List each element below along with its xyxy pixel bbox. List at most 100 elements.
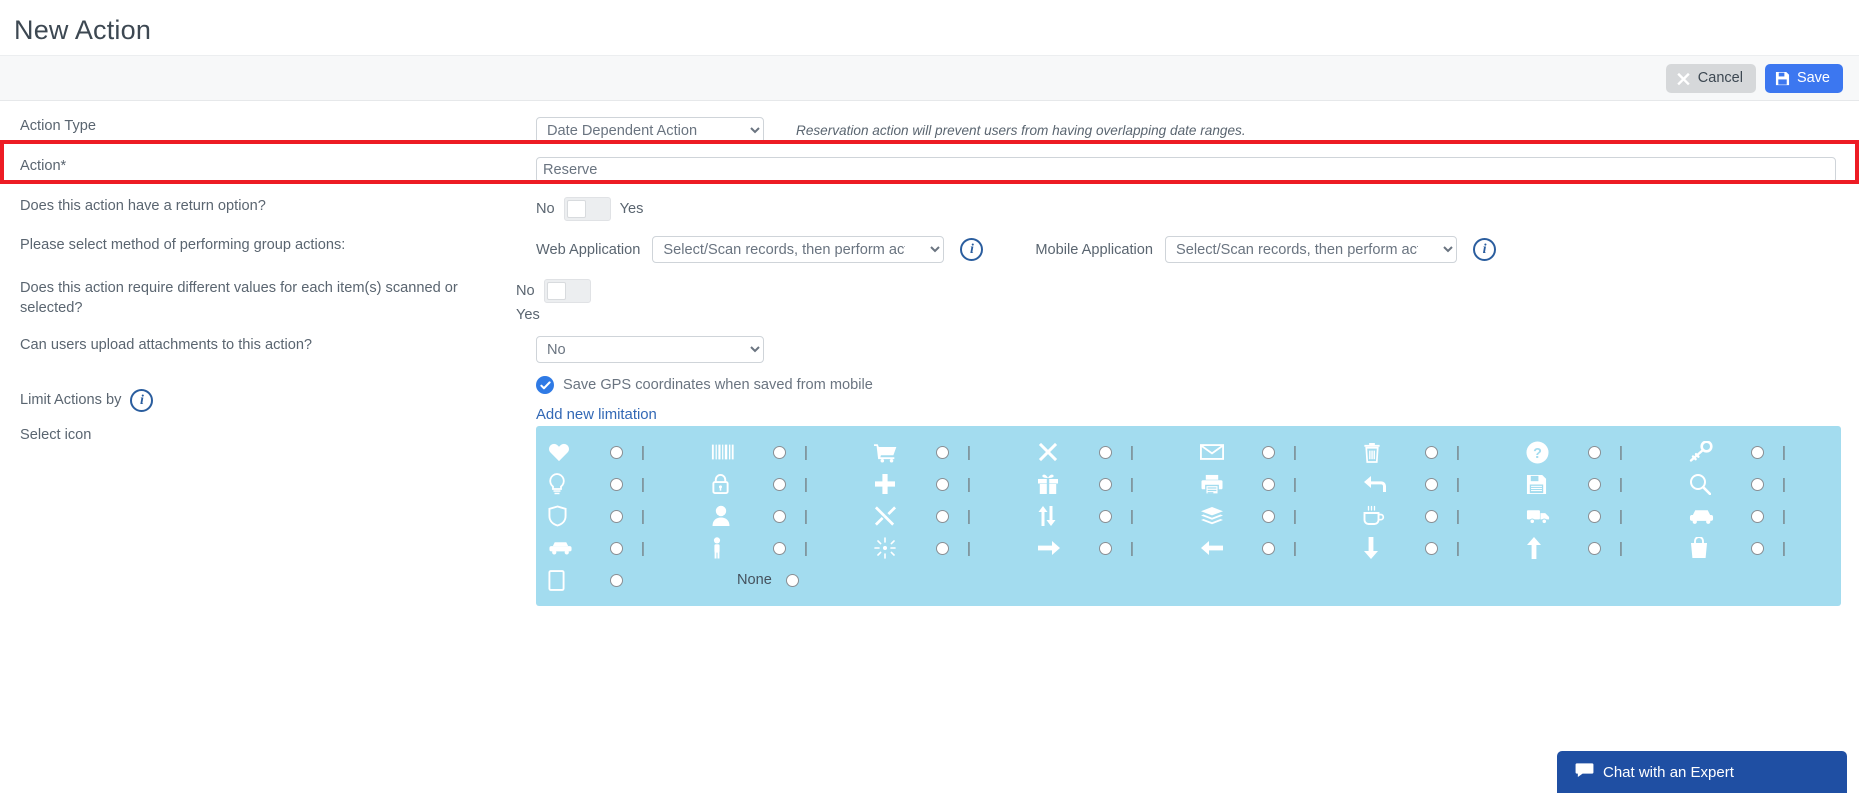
icon-option-tools[interactable]: |: [874, 505, 1037, 527]
mobile-application-select[interactable]: Select/Scan records, then perform action: [1165, 236, 1458, 263]
icon-option-trash[interactable]: |: [1363, 442, 1526, 463]
icon-radio[interactable]: [1588, 541, 1601, 555]
icon-option-coffee-cup[interactable]: |: [1363, 505, 1526, 527]
return-option-toggle[interactable]: [563, 197, 611, 221]
icon-radio[interactable]: [1425, 477, 1438, 491]
icon-option-car[interactable]: |: [548, 540, 711, 556]
icon-radio[interactable]: [1099, 509, 1112, 523]
icon-option-document[interactable]: [548, 569, 711, 591]
printer-icon: [1200, 474, 1244, 495]
limit-actions-label: Limit Actions by: [20, 391, 122, 408]
icon-option-truck[interactable]: |: [1526, 507, 1689, 525]
icon-radio[interactable]: [1588, 477, 1601, 491]
floppy-disk-icon: [1526, 474, 1570, 495]
icon-option-lightbulb[interactable]: |: [548, 473, 711, 495]
icon-option-key[interactable]: |: [1689, 441, 1852, 463]
icon-option-person-standing[interactable]: |: [711, 537, 874, 559]
barcode-icon: [711, 442, 755, 462]
gps-checkbox[interactable]: [536, 376, 554, 394]
icon-radio[interactable]: [1099, 477, 1112, 491]
icon-option-shopping-cart[interactable]: |: [874, 442, 1037, 463]
icon-option-layers[interactable]: |: [1200, 506, 1363, 526]
icon-option-user[interactable]: |: [711, 505, 874, 527]
icon-radio[interactable]: [1751, 541, 1764, 555]
add-new-limitation-link[interactable]: Add new limitation: [536, 407, 657, 423]
web-application-info-icon[interactable]: i: [960, 238, 984, 261]
icon-option-shopping-bag[interactable]: |: [1689, 537, 1852, 559]
icon-radio[interactable]: [773, 509, 786, 523]
icon-radio[interactable]: [773, 445, 786, 459]
separator: |: [1130, 443, 1134, 461]
action-type-select[interactable]: Date Dependent Action: [536, 117, 764, 144]
icon-option-envelope[interactable]: |: [1200, 443, 1363, 461]
icon-radio[interactable]: [1751, 509, 1764, 523]
page-title: New Action: [14, 15, 152, 45]
icon-option-gift[interactable]: |: [1037, 473, 1200, 495]
mobile-application-info-icon[interactable]: i: [1473, 238, 1497, 261]
icon-radio[interactable]: [773, 477, 786, 491]
icon-radio[interactable]: [1425, 445, 1438, 459]
icon-radio[interactable]: [1751, 445, 1764, 459]
icon-radio[interactable]: [610, 509, 623, 523]
icon-radio[interactable]: [1099, 541, 1112, 555]
chat-widget[interactable]: Chat with an Expert: [1557, 751, 1847, 793]
icon-radio[interactable]: [1751, 477, 1764, 491]
chat-widget-label: Chat with an Expert: [1603, 763, 1734, 781]
icon-option-barcode[interactable]: |: [711, 442, 874, 462]
icon-radio[interactable]: [1425, 541, 1438, 555]
icon-option-arrow-up[interactable]: |: [1526, 536, 1689, 560]
limit-actions-info-icon[interactable]: i: [130, 389, 154, 412]
icon-radio[interactable]: [610, 541, 623, 555]
different-values-toggle[interactable]: [543, 279, 591, 303]
icon-option-car-front[interactable]: |: [1689, 508, 1852, 525]
return-option-label: Does this action have a return option?: [20, 198, 266, 214]
floppy-disk-icon: [1775, 71, 1790, 86]
icon-option-close-x[interactable]: |: [1037, 442, 1200, 462]
icon-radio[interactable]: [610, 445, 623, 459]
lightbulb-icon: [548, 473, 592, 495]
row-return-option: Does this action have a return option? N…: [0, 197, 1859, 221]
cancel-button[interactable]: Cancel: [1665, 63, 1756, 93]
icon-radio[interactable]: [1588, 509, 1601, 523]
action-input[interactable]: [536, 157, 1836, 183]
icon-radio[interactable]: [1262, 541, 1275, 555]
icon-radio[interactable]: [610, 573, 623, 587]
icon-radio[interactable]: [773, 541, 786, 555]
icon-radio[interactable]: [1588, 445, 1601, 459]
icon-radio[interactable]: [1099, 445, 1112, 459]
icon-option-plus[interactable]: |: [874, 473, 1037, 495]
separator: |: [1130, 539, 1134, 557]
icon-option-undo-arrow[interactable]: |: [1363, 474, 1526, 494]
separator: |: [1619, 507, 1623, 525]
icon-radio[interactable]: [936, 477, 949, 491]
icon-radio[interactable]: [936, 541, 949, 555]
icon-option-arrow-down[interactable]: |: [1363, 536, 1526, 560]
icon-option-arrow-right[interactable]: |: [1037, 540, 1200, 556]
separator: |: [1456, 507, 1460, 525]
toggle-knob: [546, 282, 566, 300]
icon-option-lock[interactable]: |: [711, 473, 874, 495]
icon-option-printer[interactable]: |: [1200, 474, 1363, 495]
icon-option-crosshair[interactable]: |: [874, 537, 1037, 559]
icon-radio[interactable]: [1425, 509, 1438, 523]
icon-option-magnifier[interactable]: |: [1689, 473, 1852, 495]
shopping-cart-icon: [874, 442, 918, 463]
icon-radio[interactable]: [610, 477, 623, 491]
icon-option-question-circle[interactable]: ? |: [1526, 440, 1689, 464]
icon-radio[interactable]: [936, 509, 949, 523]
icon-option-heart[interactable]: |: [548, 442, 711, 462]
attachments-select[interactable]: No: [536, 336, 764, 363]
key-icon: [1689, 441, 1733, 463]
icon-radio[interactable]: [1262, 509, 1275, 523]
icon-radio[interactable]: [1262, 477, 1275, 491]
icon-radio[interactable]: [936, 445, 949, 459]
web-application-select[interactable]: Select/Scan records, then perform action: [652, 236, 945, 263]
none-option-radio[interactable]: [785, 573, 799, 587]
icon-radio[interactable]: [1262, 445, 1275, 459]
icon-option-shield[interactable]: |: [548, 505, 711, 527]
row-action-type: Action Type Date Dependent Action Reserv…: [0, 117, 1859, 144]
icon-option-arrow-left[interactable]: |: [1200, 540, 1363, 556]
icon-option-floppy-disk[interactable]: |: [1526, 474, 1689, 495]
icon-option-sort-updown[interactable]: |: [1037, 505, 1200, 527]
save-button[interactable]: Save: [1764, 63, 1843, 93]
